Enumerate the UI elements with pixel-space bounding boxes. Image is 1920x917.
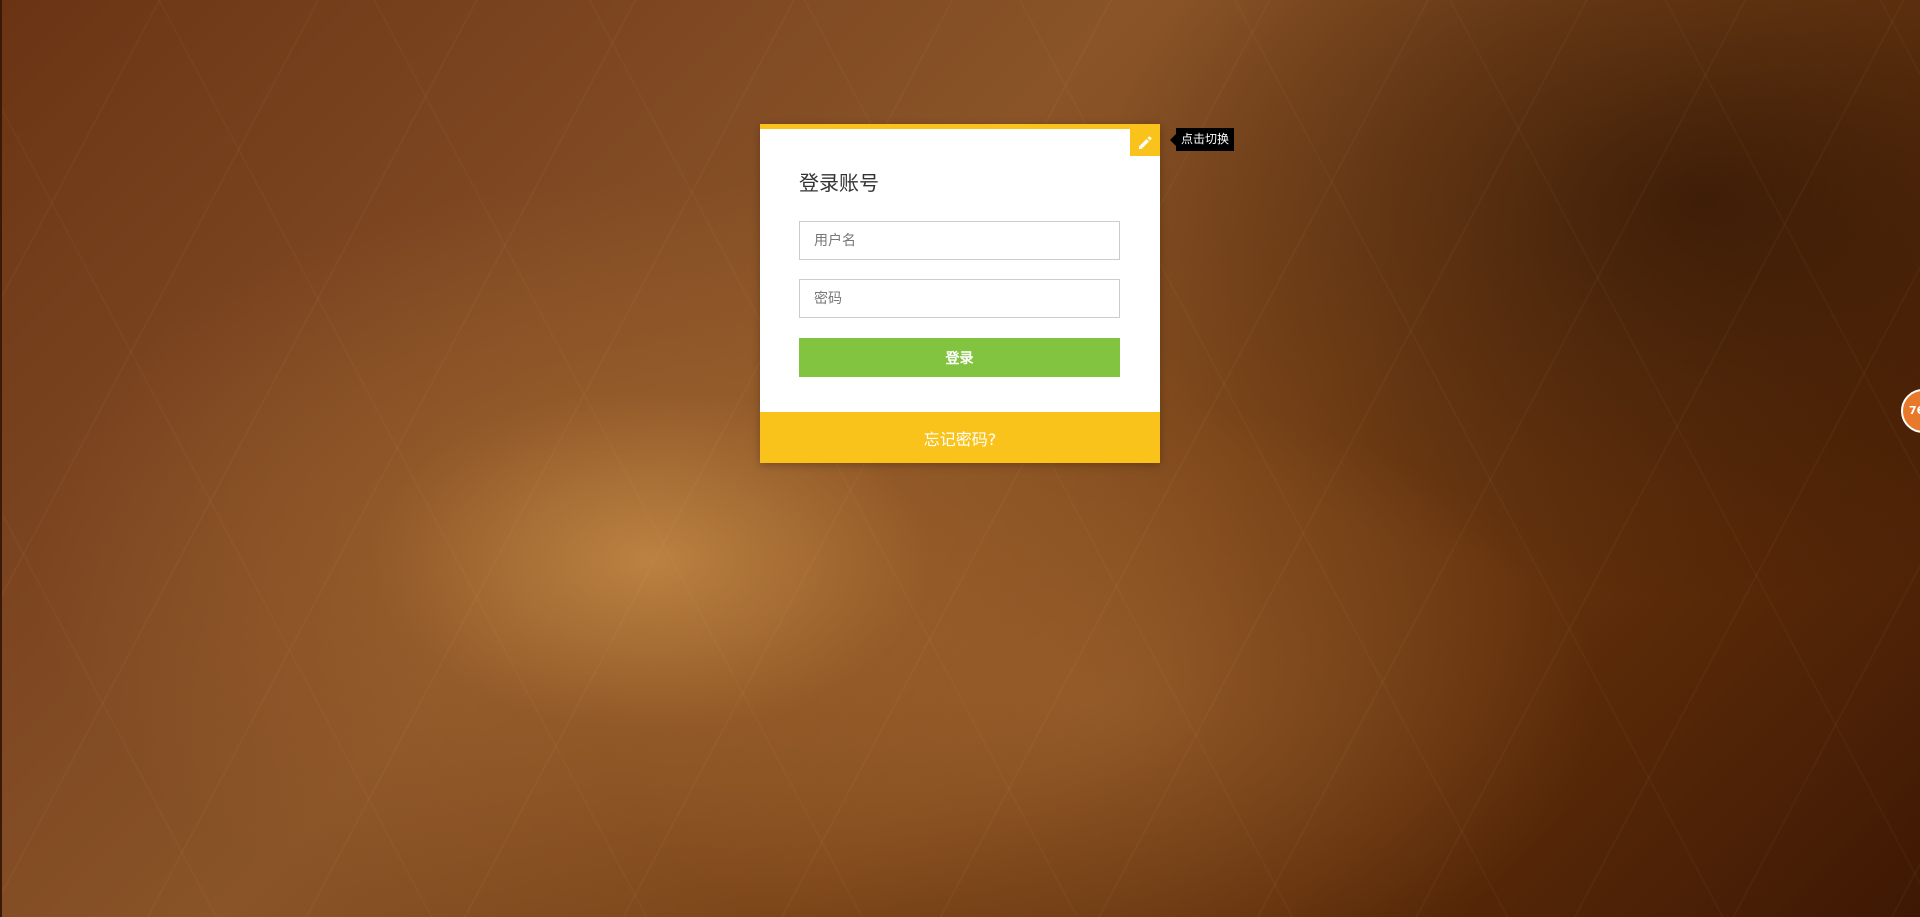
left-edge-border bbox=[0, 0, 2, 917]
login-title: 登录账号 bbox=[799, 171, 879, 195]
username-input[interactable] bbox=[799, 221, 1120, 260]
password-input[interactable] bbox=[799, 279, 1120, 318]
pencil-icon bbox=[1139, 136, 1152, 149]
switch-mode-tooltip: 点击切换 bbox=[1169, 128, 1235, 151]
login-panel: 登录账号 登录 忘记密码? bbox=[760, 124, 1160, 463]
login-footer: 忘记密码? bbox=[760, 412, 1160, 463]
forgot-password-link[interactable]: 忘记密码? bbox=[924, 426, 997, 450]
login-button[interactable]: 登录 bbox=[799, 338, 1120, 377]
switch-login-mode-button[interactable] bbox=[1130, 129, 1160, 156]
